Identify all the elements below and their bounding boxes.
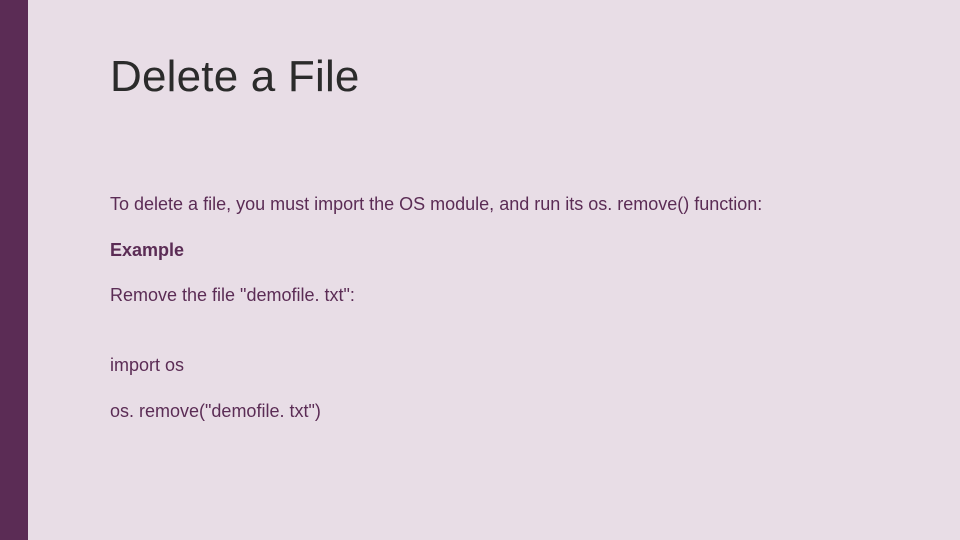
slide-content: Delete a File To delete a file, you must… [110, 52, 900, 445]
example-label: Example [110, 238, 900, 262]
accent-bar [0, 0, 28, 540]
code-line-2: os. remove("demofile. txt") [110, 399, 900, 423]
slide-title: Delete a File [110, 52, 900, 102]
slide-body: To delete a file, you must import the OS… [110, 192, 900, 423]
slide: Delete a File To delete a file, you must… [0, 0, 960, 540]
code-line-1: import os [110, 353, 900, 377]
intro-text: To delete a file, you must import the OS… [110, 192, 900, 216]
example-description: Remove the file "demofile. txt": [110, 283, 900, 307]
